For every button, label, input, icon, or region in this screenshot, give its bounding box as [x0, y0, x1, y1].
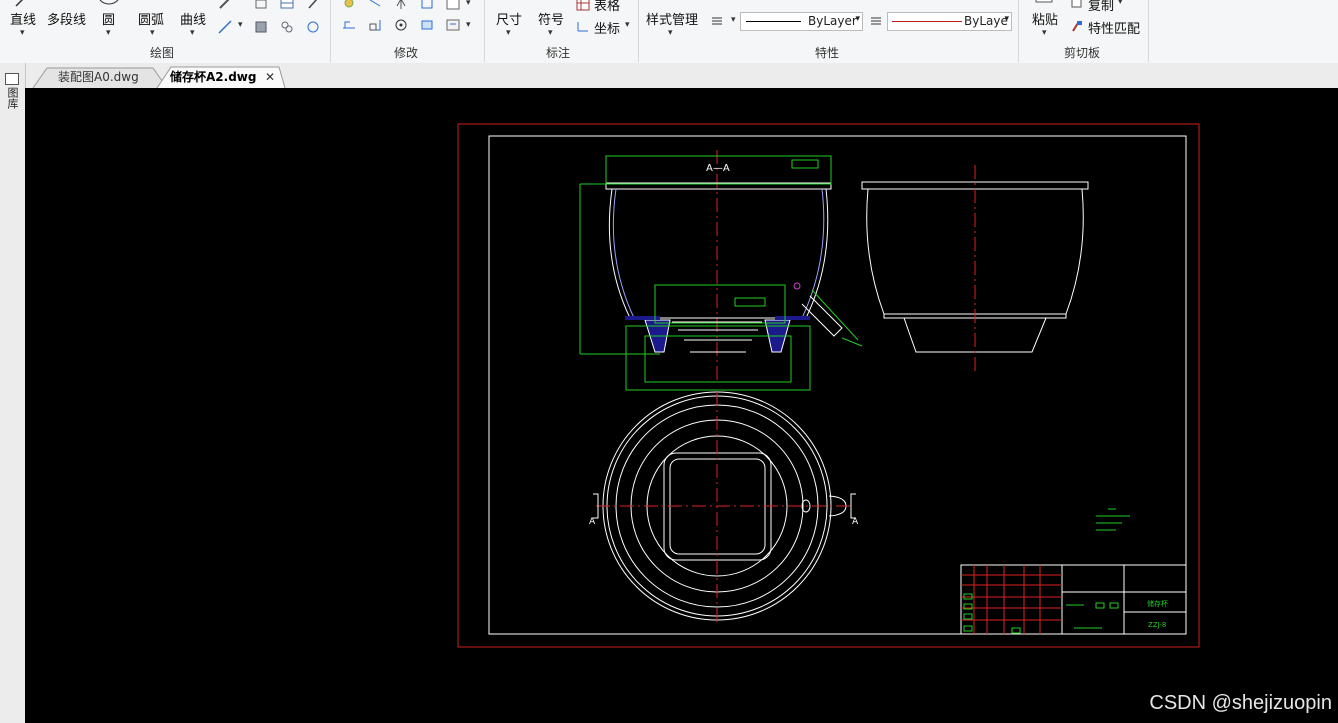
cut-label-right: A — [852, 517, 859, 527]
document-tabs: 装配图A0.dwg 储存杯A2.dwg ✕ — [0, 63, 1338, 89]
dropdown-arrow-icon[interactable]: ▾ — [190, 28, 195, 38]
watermark: CSDN @shejizuopin — [1149, 692, 1332, 714]
section-view: A—A — [579, 150, 863, 391]
hatch-icon[interactable] — [254, 20, 268, 34]
linetype-sample — [746, 21, 801, 22]
cad-drawing[interactable]: A—A A A 储存杯 ZZJ-8 — [25, 88, 1338, 723]
title-block-drawing-code: ZZJ-8 — [1148, 621, 1166, 629]
dropdown-arrow-icon[interactable]: ▾ — [466, 20, 471, 30]
dropdown-arrow-icon[interactable]: ▾ — [548, 28, 553, 38]
clipboard-group-label: 剪切板 — [1064, 46, 1101, 60]
dropdown-arrow-icon[interactable]: ▾ — [668, 28, 673, 38]
line-icon — [14, 0, 28, 8]
dropdown-arrow-icon[interactable]: ▾ — [20, 28, 25, 38]
sheet-border — [457, 123, 1200, 648]
dimension-icon — [500, 0, 528, 8]
ribbon: 直线 多段线 圆 圆弧 曲线 ▾ ▾ ▾ ▾ ▾ 绘图 ▾ ▾ 修改 尺寸 ▾ … — [0, 0, 1338, 64]
group-divider — [484, 0, 485, 62]
front-view — [861, 165, 1089, 375]
paste-icon — [1034, 0, 1054, 8]
copy-icon — [1070, 0, 1084, 10]
chevron-down-icon: ▾ — [1004, 14, 1009, 24]
scale-icon[interactable] — [368, 18, 382, 32]
library-icon[interactable] — [5, 73, 19, 85]
symbol-icon — [540, 0, 566, 8]
group-divider — [1148, 0, 1149, 62]
offset-icon[interactable] — [420, 0, 434, 10]
rotate-icon[interactable] — [394, 18, 408, 32]
coordinate-button[interactable]: 坐标 — [594, 18, 620, 37]
title-block-part-name: 储存杯 — [1147, 599, 1168, 608]
rectangle-icon[interactable] — [254, 0, 268, 10]
dimension-button[interactable]: 尺寸 — [496, 9, 522, 28]
linetype-combo[interactable]: ByLayer ▾ — [740, 12, 863, 31]
dropdown-arrow-icon[interactable]: ▾ — [466, 0, 471, 8]
paste-button[interactable]: 粘贴 — [1032, 9, 1058, 28]
section-label: A—A — [706, 163, 730, 174]
copy-button[interactable]: 复制 — [1088, 0, 1114, 14]
modify-group-label: 修改 — [394, 46, 419, 60]
title-block: 储存杯 ZZJ-8 — [960, 564, 1187, 635]
cut-label-left: A — [589, 517, 596, 527]
construction-line-icon[interactable] — [218, 20, 232, 34]
close-tab-icon[interactable]: ✕ — [265, 67, 275, 88]
dropdown-arrow-icon[interactable]: ▾ — [106, 28, 111, 38]
table-button[interactable]: 表格 — [594, 0, 620, 14]
dropdown-arrow-icon[interactable]: ▾ — [506, 28, 511, 38]
line-width-icon[interactable] — [710, 14, 724, 28]
table-insert-icon[interactable] — [280, 0, 294, 10]
dropdown-arrow-icon[interactable]: ▾ — [625, 20, 630, 30]
color-value: ByLaye — [964, 14, 1008, 28]
pen-icon[interactable] — [218, 0, 232, 10]
dropdown-arrow-icon[interactable]: ▾ — [150, 28, 155, 38]
dropdown-arrow-icon[interactable]: ▾ — [731, 15, 736, 25]
drawing-canvas[interactable]: A—A A A 储存杯 ZZJ-8 CSDN @shejizuopin — [25, 88, 1338, 723]
symbol-button[interactable]: 符号 — [538, 9, 564, 28]
draw-group-label: 绘图 — [150, 46, 175, 60]
top-view: A A — [589, 391, 859, 622]
dropdown-arrow-icon[interactable]: ▾ — [1118, 0, 1123, 7]
properties-group-label: 特性 — [815, 46, 840, 60]
dropdown-arrow-icon[interactable]: ▾ — [238, 20, 243, 30]
polyline-button[interactable]: 多段线 — [47, 9, 86, 28]
color-sample — [892, 21, 962, 22]
curve-button[interactable]: 曲线 — [180, 9, 206, 28]
revision-cloud-icon[interactable] — [306, 20, 320, 34]
move-icon[interactable] — [342, 0, 356, 10]
library-panel-label[interactable]: 图库 — [6, 87, 19, 109]
match-properties-icon — [1070, 19, 1084, 33]
arc-button[interactable]: 圆弧 — [138, 9, 164, 28]
trim-icon[interactable] — [368, 0, 382, 10]
technical-notes — [1096, 508, 1130, 531]
dropdown-arrow-icon[interactable]: ▾ — [1042, 28, 1047, 38]
color-combo[interactable]: ByLaye ▾ — [887, 12, 1012, 31]
left-side-panel: 图库 — [0, 63, 26, 723]
circle-button[interactable]: 圆 — [102, 9, 115, 28]
point-icon[interactable] — [306, 0, 320, 10]
linetype-value: ByLayer — [808, 14, 857, 28]
drawing-frame — [488, 135, 1187, 635]
annotate-group-label: 标注 — [546, 46, 571, 60]
match-properties-button[interactable]: 特性匹配 — [1088, 18, 1140, 37]
style-manager-button[interactable]: 样式管理 — [646, 9, 698, 28]
coordinate-icon — [576, 19, 590, 33]
tab-storage-cup-drawing[interactable]: 储存杯A2.dwg — [170, 67, 256, 88]
explode-icon[interactable] — [420, 18, 434, 32]
properties-edit-icon[interactable] — [446, 18, 460, 32]
mirror-icon[interactable] — [394, 0, 408, 10]
chevron-down-icon: ▾ — [855, 14, 860, 24]
line-button[interactable]: 直线 — [10, 9, 36, 28]
region-icon[interactable] — [280, 20, 294, 34]
stretch-icon[interactable] — [342, 18, 356, 32]
group-divider — [330, 0, 331, 62]
tab-assembly-drawing[interactable]: 装配图A0.dwg — [58, 67, 139, 88]
array-icon[interactable] — [446, 0, 460, 10]
group-divider — [1018, 0, 1019, 62]
lineweight-icon[interactable] — [869, 14, 883, 28]
group-divider — [638, 0, 639, 62]
circle-icon — [96, 0, 122, 8]
table-icon — [576, 0, 590, 12]
